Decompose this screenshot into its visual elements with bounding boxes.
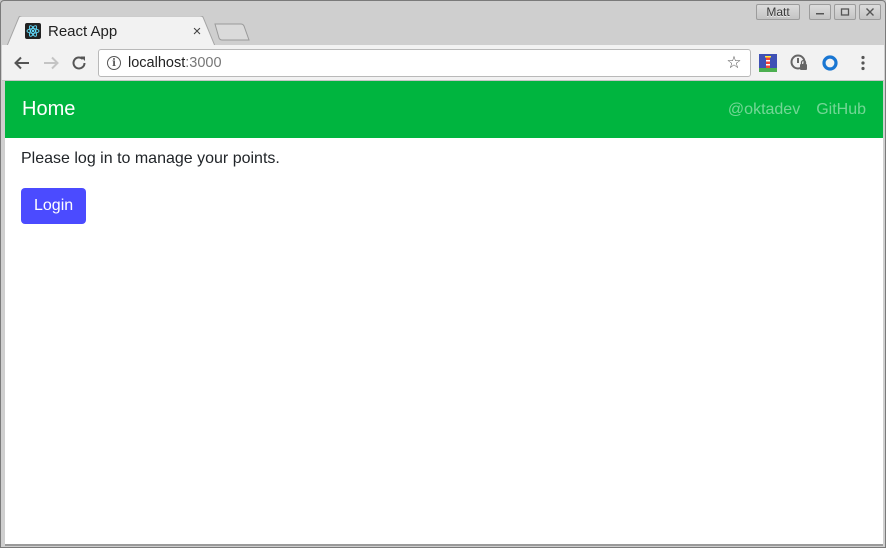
oktadev-link[interactable]: @oktadev [728, 101, 800, 119]
maximize-button[interactable] [834, 4, 856, 20]
reload-button[interactable] [67, 51, 91, 75]
tab-title: React App [48, 22, 118, 40]
minimize-button[interactable] [809, 4, 831, 20]
close-icon [866, 8, 874, 16]
extension-ring-icon[interactable] [820, 53, 840, 73]
url-host: localhost [128, 55, 186, 71]
tab-content[interactable]: React App × [25, 20, 205, 42]
login-prompt-text: Please log in to manage your points. [21, 150, 280, 167]
page-viewport: Home @oktadev GitHub Please log in to ma… [5, 81, 883, 546]
tab-close-icon[interactable]: × [189, 23, 205, 40]
lighthouse-icon[interactable] [758, 53, 778, 73]
url-text[interactable]: localhost:3000 [128, 55, 722, 71]
github-link[interactable]: GitHub [816, 101, 866, 119]
url-port: :3000 [185, 55, 222, 71]
maximize-icon [840, 8, 850, 16]
browser-window: React App × Matt i localhost:3000 ☆ Home… [0, 0, 886, 548]
bookmark-star-icon[interactable]: ☆ [722, 53, 746, 73]
site-info-icon[interactable]: i [107, 56, 121, 70]
forward-arrow-icon [44, 56, 59, 70]
close-window-button[interactable] [859, 4, 881, 20]
address-bar[interactable]: i localhost:3000 ☆ [98, 49, 751, 77]
forward-button[interactable] [39, 51, 63, 75]
home-link[interactable]: Home [22, 98, 75, 121]
browser-menu-icon[interactable] [853, 53, 873, 73]
profile-button[interactable]: Matt [756, 4, 800, 20]
back-button[interactable] [10, 51, 34, 75]
main-content: Please log in to manage your points. Log… [5, 138, 883, 236]
reload-icon [72, 56, 86, 70]
browser-toolbar: i localhost:3000 ☆ [2, 45, 884, 81]
window-controls: Matt [756, 4, 881, 20]
new-tab-button[interactable] [214, 23, 250, 41]
back-arrow-icon [14, 56, 29, 70]
minimize-icon [816, 13, 824, 15]
tab-strip: React App × Matt [1, 1, 885, 46]
navbar-links: @oktadev GitHub [728, 101, 866, 119]
login-button[interactable]: Login [21, 188, 87, 224]
password-manager-icon[interactable] [789, 53, 809, 73]
app-navbar: Home @oktadev GitHub [5, 81, 883, 138]
react-logo-icon [25, 23, 41, 39]
